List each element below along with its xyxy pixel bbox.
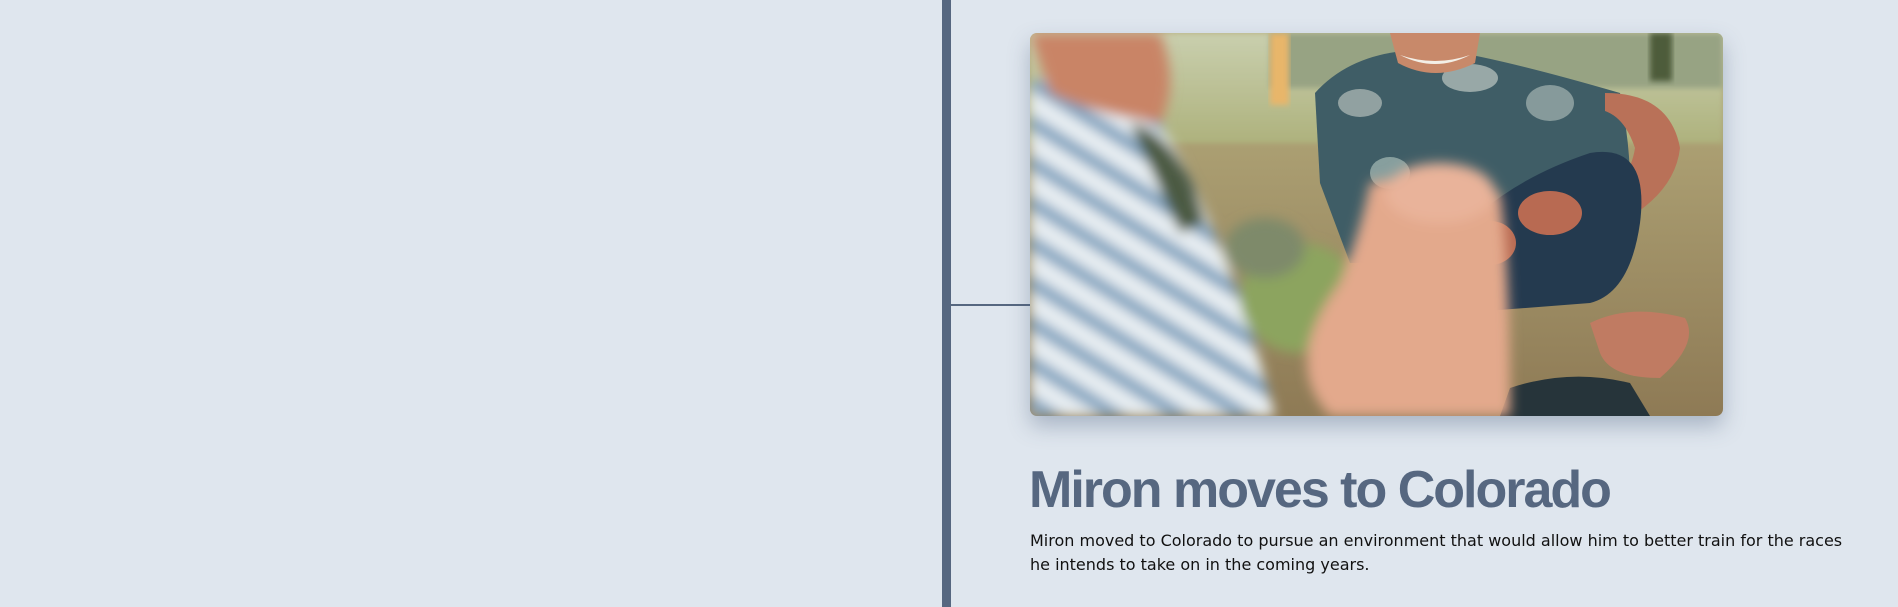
entry-description: Miron moved to Colorado to pursue an env… <box>1030 531 1843 574</box>
timeline-page: Miron moves to Colorado Miron moved to C… <box>0 0 1898 607</box>
timeline-line <box>942 0 951 607</box>
entry-title: Miron moves to Colorado <box>1029 461 1612 519</box>
entry-photo-illustration <box>1030 33 1723 416</box>
timeline-connector <box>951 304 1030 306</box>
entry-photo <box>1030 33 1723 416</box>
